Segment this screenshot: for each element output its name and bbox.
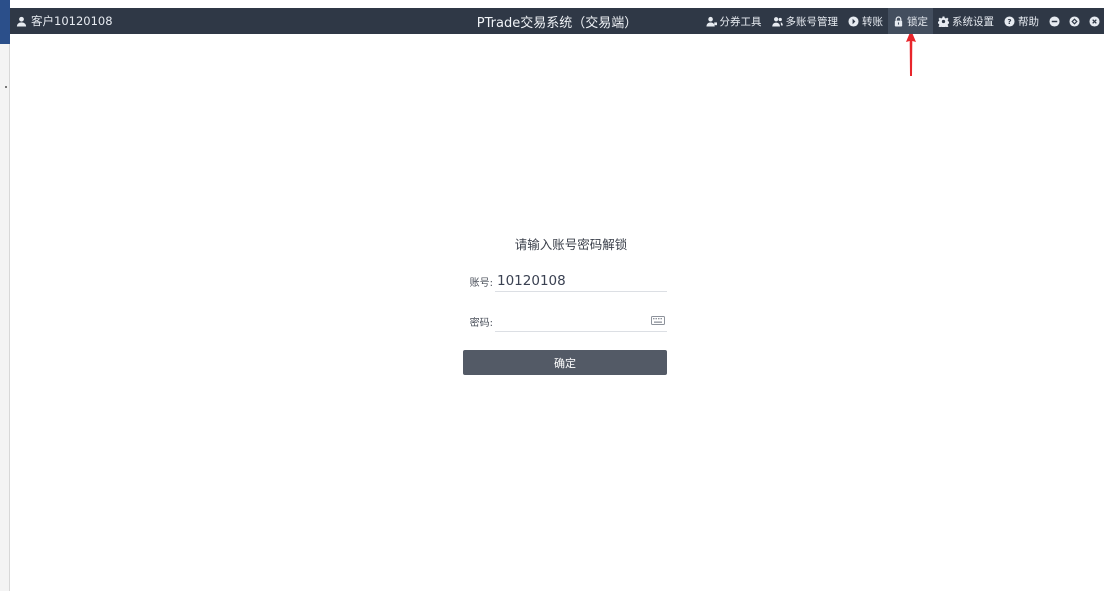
customer-label: 客户10120108 bbox=[31, 14, 113, 28]
password-label: 密码: bbox=[469, 317, 493, 329]
help-icon: ? bbox=[1004, 15, 1015, 27]
menu-help[interactable]: ? 帮助 bbox=[999, 8, 1044, 34]
left-edge-dot bbox=[5, 86, 7, 88]
confirm-button[interactable]: 确定 bbox=[463, 350, 667, 375]
left-edge-accent bbox=[0, 0, 10, 44]
left-edge-strip bbox=[0, 0, 10, 591]
close-button[interactable] bbox=[1084, 8, 1104, 34]
menu-label: 帮助 bbox=[1018, 15, 1039, 28]
menu-label: 多账号管理 bbox=[785, 15, 839, 28]
menu-label: 系统设置 bbox=[952, 15, 994, 28]
minimize-icon bbox=[1048, 15, 1060, 27]
title-bar-menu: 分券工具 多账号管理 转账 锁定 系统设置 ? 帮助 bbox=[701, 8, 1104, 34]
account-row: 账号: bbox=[447, 270, 667, 292]
gear-icon bbox=[938, 15, 949, 27]
menu-system-settings[interactable]: 系统设置 bbox=[933, 8, 999, 34]
menu-label: 锁定 bbox=[907, 15, 928, 28]
close-icon bbox=[1088, 15, 1100, 27]
password-row: 密码: bbox=[447, 310, 667, 332]
users-icon bbox=[771, 16, 783, 27]
minimize-button[interactable] bbox=[1044, 8, 1064, 34]
customer-info: 客户10120108 bbox=[10, 13, 113, 29]
unlock-form: 请输入账号密码解锁 账号: 密码: 确定 bbox=[447, 232, 677, 375]
menu-label: 转账 bbox=[862, 15, 883, 28]
account-input[interactable] bbox=[495, 270, 667, 292]
menu-lock[interactable]: 锁定 bbox=[888, 8, 933, 34]
restore-icon bbox=[1068, 15, 1080, 27]
menu-split-tool[interactable]: 分券工具 bbox=[701, 8, 767, 34]
restore-button[interactable] bbox=[1064, 8, 1084, 34]
menu-label: 分券工具 bbox=[719, 15, 762, 28]
user-icon bbox=[705, 16, 717, 27]
red-arrow-annotation bbox=[906, 30, 916, 76]
unlock-form-title: 请输入账号密码解锁 bbox=[514, 237, 628, 252]
menu-transfer[interactable]: 转账 bbox=[843, 8, 888, 34]
password-input[interactable] bbox=[495, 310, 667, 332]
keyboard-icon[interactable] bbox=[651, 316, 665, 325]
svg-text:?: ? bbox=[1007, 17, 1011, 26]
user-icon bbox=[16, 16, 27, 27]
app-window: PTrade交易系统（交易端） 客户10120108 分券工具 多账号管理 转账… bbox=[0, 0, 1104, 591]
lock-icon bbox=[894, 15, 903, 27]
menu-multi-account[interactable]: 多账号管理 bbox=[767, 8, 844, 34]
title-bar: PTrade交易系统（交易端） 客户10120108 分券工具 多账号管理 转账… bbox=[10, 8, 1104, 34]
account-label: 账号: bbox=[469, 277, 493, 289]
circle-arrow-icon bbox=[848, 15, 859, 27]
